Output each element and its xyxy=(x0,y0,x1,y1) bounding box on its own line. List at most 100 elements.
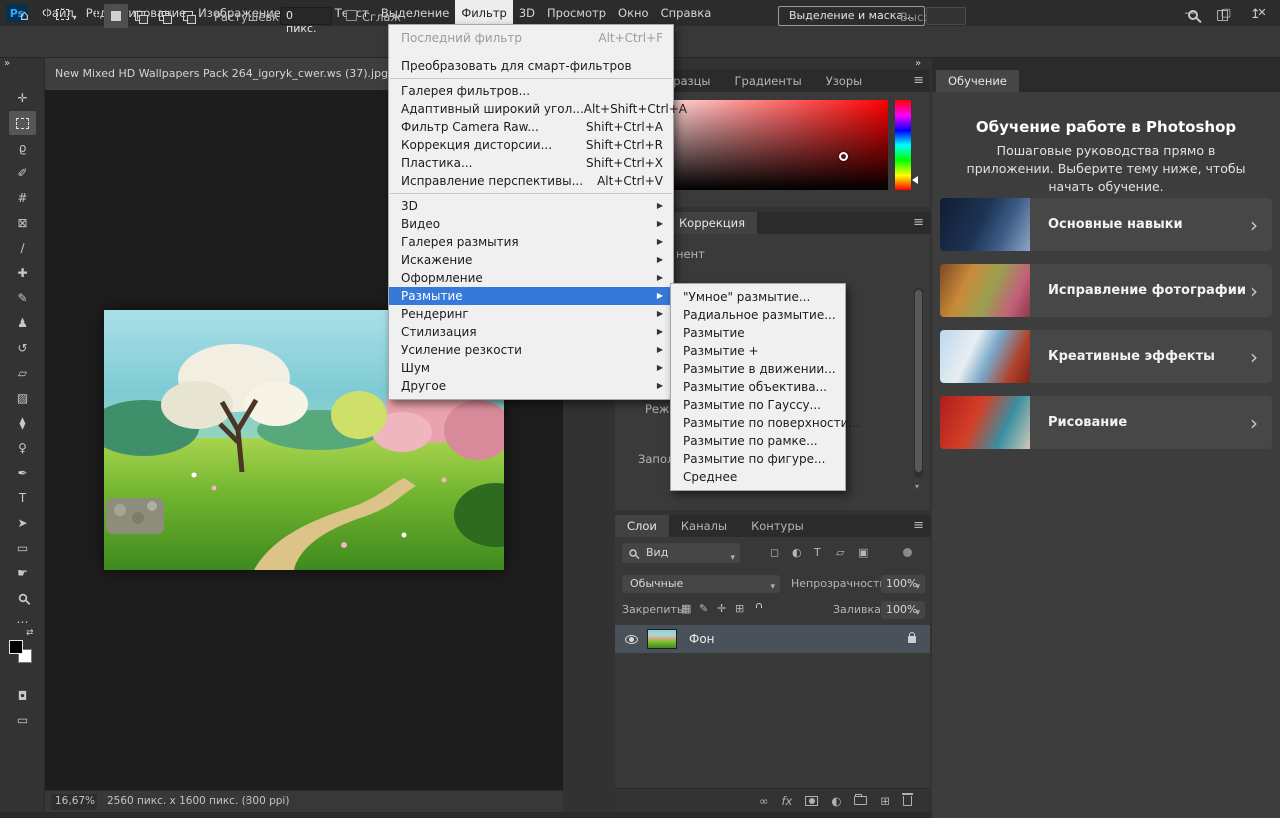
quick-mask-button[interactable]: ◘ xyxy=(9,684,36,708)
tab-paths[interactable]: Контуры xyxy=(739,515,816,537)
filter-toggle[interactable] xyxy=(903,548,912,557)
height-input[interactable] xyxy=(926,7,966,25)
path-selection-tool[interactable]: ➤ xyxy=(9,511,36,535)
collapse-panels-icon[interactable]: » xyxy=(915,58,921,69)
layer-name[interactable]: Фон xyxy=(689,632,715,646)
layer-thumbnail[interactable] xyxy=(647,629,677,649)
lock-pixels-icon[interactable]: ✎ xyxy=(699,602,708,615)
layer-filter-dropdown[interactable]: Вид ▾ xyxy=(622,543,740,563)
screen-mode-button[interactable]: ▭ xyxy=(9,708,36,732)
status-options-icon[interactable]: › xyxy=(245,794,249,806)
clone-stamp-tool[interactable]: ♟ xyxy=(9,311,36,335)
pen-tool[interactable]: ✒ xyxy=(9,461,36,485)
menu-help[interactable]: Справка xyxy=(655,0,718,26)
menu-item-distort[interactable]: Искажение ▶ xyxy=(389,251,673,269)
delete-layer-icon[interactable] xyxy=(902,792,913,806)
learn-card-photo-fixing[interactable]: Исправление фотографии › xyxy=(940,264,1272,317)
gradient-tool[interactable]: ▨ xyxy=(9,386,36,410)
tool-preset[interactable]: ▾ xyxy=(56,9,77,23)
search-icon[interactable] xyxy=(1188,10,1198,20)
submenu-item-shape-blur[interactable]: Размытие по фигуре... xyxy=(671,450,845,468)
layer-style-fx-icon[interactable]: fx xyxy=(781,794,792,808)
hue-slider[interactable] xyxy=(895,100,911,190)
submenu-item-blur[interactable]: Размытие xyxy=(671,324,845,342)
menu-item-vanishing-point[interactable]: Исправление перспективы... Alt+Ctrl+V xyxy=(389,172,673,190)
workspace-icon[interactable]: ◫ xyxy=(1216,7,1229,23)
submenu-item-surface-blur[interactable]: Размытие по поверхности... xyxy=(671,414,860,432)
tab-learn[interactable]: Обучение xyxy=(936,70,1019,92)
layer-row-background[interactable]: Фон xyxy=(615,625,930,653)
type-tool[interactable]: T xyxy=(9,486,36,510)
crop-tool[interactable]: # xyxy=(9,186,36,210)
menu-item-filter-gallery[interactable]: Галерея фильтров... xyxy=(389,82,673,100)
menu-item-sharpen[interactable]: Усиление резкости ▶ xyxy=(389,341,673,359)
menu-item-other[interactable]: Другое ▶ xyxy=(389,377,673,395)
menu-item-convert-smart-filters[interactable]: Преобразовать для смарт-фильтров xyxy=(389,57,673,75)
menu-filter[interactable]: Фильтр xyxy=(455,0,513,26)
menu-window[interactable]: Окно xyxy=(612,0,655,26)
submenu-item-gaussian-blur[interactable]: Размытие по Гауссу... xyxy=(671,396,845,414)
menu-item-adaptive-wide-angle[interactable]: Адаптивный широкий угол... Alt+Shift+Ctrl… xyxy=(389,100,687,118)
filter-shape-icon[interactable]: ▱ xyxy=(836,546,844,559)
menu-item-lens-correction[interactable]: Коррекция дисторсии... Shift+Ctrl+R xyxy=(389,136,673,154)
hue-pointer[interactable] xyxy=(912,176,918,184)
filter-adjustment-icon[interactable]: ◐ xyxy=(792,546,802,559)
dodge-tool[interactable]: ♀ xyxy=(9,436,36,460)
menu-item-3d[interactable]: 3D ▶ xyxy=(389,197,673,215)
add-selection-button[interactable] xyxy=(128,4,152,28)
panel-menu-icon[interactable]: ≡ xyxy=(913,70,924,92)
scroll-down-icon[interactable]: ▾ xyxy=(915,482,919,491)
learn-card-creative-effects[interactable]: Креативные эффекты › xyxy=(940,330,1272,383)
zoom-level-field[interactable]: 16,67% xyxy=(51,794,97,810)
submenu-item-blur-more[interactable]: Размытие + xyxy=(671,342,845,360)
scrollbar-thumb[interactable] xyxy=(915,290,922,472)
add-mask-icon[interactable] xyxy=(805,795,819,806)
new-layer-icon[interactable]: ⊞ xyxy=(880,794,890,808)
menu-item-last-filter[interactable]: Последний фильтр Alt+Ctrl+F xyxy=(389,29,673,47)
intersect-selection-button[interactable] xyxy=(176,4,200,28)
eraser-tool[interactable]: ▱ xyxy=(9,361,36,385)
tab-layers[interactable]: Слои xyxy=(615,515,669,537)
lock-transparent-icon[interactable]: ▦ xyxy=(681,602,691,615)
move-tool[interactable]: ✛ xyxy=(9,86,36,110)
submenu-item-radial-blur[interactable]: Радиальное размытие... xyxy=(671,306,845,324)
new-group-icon[interactable] xyxy=(854,794,868,805)
menu-item-camera-raw[interactable]: Фильтр Camera Raw... Shift+Ctrl+A xyxy=(389,118,673,136)
fill-dropdown[interactable]: 100% ▾ xyxy=(881,601,925,619)
frame-tool[interactable]: ⊠ xyxy=(9,211,36,235)
feather-input[interactable]: 0 пикс. xyxy=(280,7,332,35)
filter-image-icon[interactable]: ◻ xyxy=(770,546,779,559)
lasso-tool[interactable]: ϱ xyxy=(9,136,36,160)
object-selection-tool[interactable]: ✐ xyxy=(9,161,36,185)
submenu-item-average[interactable]: Среднее xyxy=(671,468,845,486)
blend-mode-dropdown[interactable]: Обычные ▾ xyxy=(622,575,780,593)
menu-item-render[interactable]: Рендеринг ▶ xyxy=(389,305,673,323)
document-tab[interactable]: New Mixed HD Wallpapers Pack 264_igoryk_… xyxy=(45,58,393,90)
eyedropper-tool[interactable]: ∕ xyxy=(9,236,36,260)
submenu-item-box-blur[interactable]: Размытие по рамке... xyxy=(671,432,845,450)
share-icon[interactable]: ↥ xyxy=(1250,7,1261,22)
rectangular-marquee-tool[interactable] xyxy=(9,111,36,135)
menu-item-noise[interactable]: Шум ▶ xyxy=(389,359,673,377)
tab-patterns[interactable]: Узоры xyxy=(814,70,875,92)
tab-adjustments[interactable]: Коррекция xyxy=(667,212,758,234)
menu-item-pixelate[interactable]: Оформление ▶ xyxy=(389,269,673,287)
lock-artboard-icon[interactable]: ⊞ xyxy=(735,602,744,615)
foreground-color-swatch[interactable] xyxy=(9,640,23,654)
new-selection-button[interactable] xyxy=(104,4,128,28)
panel-menu-icon[interactable]: ≡ xyxy=(913,515,924,537)
submenu-item-motion-blur[interactable]: Размытие в движении... xyxy=(671,360,845,378)
hand-tool[interactable]: ☛ xyxy=(9,561,36,585)
adjustment-layer-icon[interactable]: ◐ xyxy=(831,794,841,808)
link-layers-icon[interactable]: ∞ xyxy=(759,794,769,808)
subtract-selection-button[interactable] xyxy=(152,4,176,28)
blur-tool[interactable]: ⧫ xyxy=(9,411,36,435)
layer-lock-icon[interactable] xyxy=(908,631,916,643)
opacity-dropdown[interactable]: 100% ▾ xyxy=(881,575,925,593)
lock-position-icon[interactable]: ✛ xyxy=(717,602,726,615)
collapse-toolbar-icon[interactable]: » xyxy=(4,58,10,69)
submenu-item-lens-blur[interactable]: Размытие объектива... xyxy=(671,378,845,396)
home-icon[interactable]: ⌂ xyxy=(20,8,29,24)
submenu-item-smart-blur[interactable]: "Умное" размытие... xyxy=(671,288,845,306)
color-marker[interactable] xyxy=(839,152,848,161)
